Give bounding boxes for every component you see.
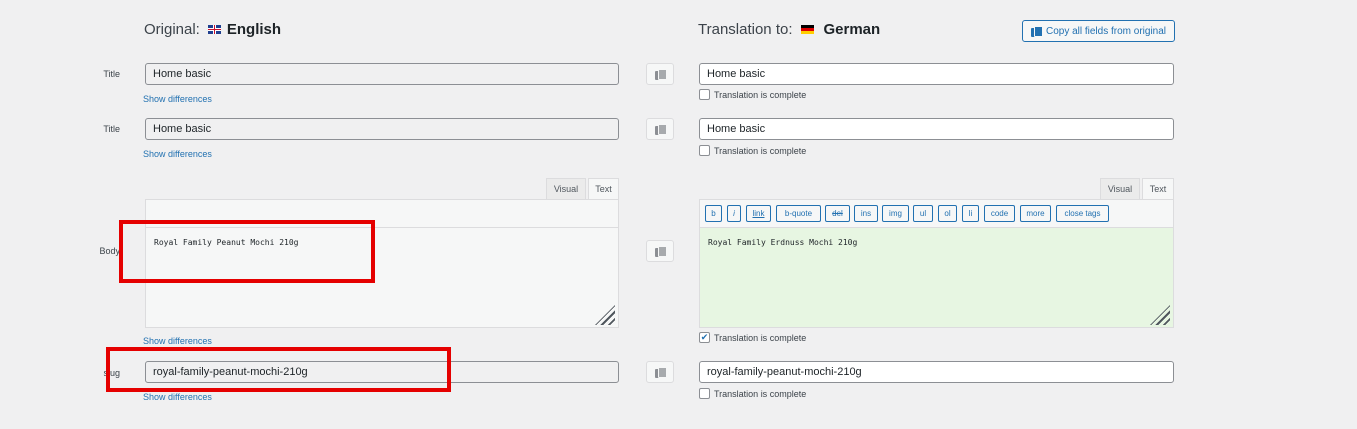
original-title-field: Home basic: [145, 63, 619, 85]
quicktag-bquote-button[interactable]: b-quote: [776, 205, 821, 222]
quicktag-li-button[interactable]: li: [962, 205, 979, 222]
tab-visual[interactable]: Visual: [1100, 178, 1140, 200]
row-label-title: Title: [103, 124, 120, 134]
copy-field-button[interactable]: [646, 240, 674, 262]
translation-complete-checkbox[interactable]: ✔ Translation is complete: [699, 332, 806, 343]
tab-text[interactable]: Text: [588, 178, 619, 200]
translation-complete-label: Translation is complete: [714, 145, 807, 156]
show-differences-link[interactable]: Show differences: [143, 336, 212, 346]
copy-icon: [1030, 25, 1043, 37]
quicktag-link-button[interactable]: link: [746, 205, 771, 222]
quicktag-ins-button[interactable]: ins: [854, 205, 878, 222]
show-differences-link[interactable]: Show differences: [143, 94, 212, 104]
checkbox[interactable]: [699, 388, 710, 399]
translation-complete-label: Translation is complete: [714, 89, 807, 100]
quicktag-ul-button[interactable]: ul: [913, 205, 933, 222]
uk-flag-icon: [207, 25, 221, 34]
quicktag-close-tags-button[interactable]: close tags: [1056, 205, 1109, 222]
row-label-title: Title: [103, 69, 120, 79]
quicktag-code-button[interactable]: code: [984, 205, 1015, 222]
copy-all-fields-button[interactable]: Copy all fields from original: [1022, 20, 1175, 42]
translation-language: German: [823, 21, 881, 38]
translation-title-field[interactable]: Home basic: [699, 63, 1174, 85]
checkbox[interactable]: [699, 145, 710, 156]
original-label: Original:: [144, 21, 200, 38]
translation-label: Translation to:: [698, 21, 793, 38]
checkbox[interactable]: [699, 89, 710, 100]
translation-complete-label: Translation is complete: [714, 388, 807, 399]
copy-field-button[interactable]: [646, 118, 674, 140]
original-header: Original: English: [144, 21, 281, 38]
translation-complete-checkbox[interactable]: Translation is complete: [699, 89, 806, 100]
copy-icon: [655, 123, 667, 135]
translation-title-field[interactable]: Home basic: [699, 118, 1174, 140]
show-differences-link[interactable]: Show differences: [143, 392, 212, 402]
copy-all-label: Copy all fields from original: [1045, 25, 1167, 37]
quicktag-i-button[interactable]: i: [727, 205, 741, 222]
copy-field-button[interactable]: [646, 361, 674, 383]
tab-text[interactable]: Text: [1142, 178, 1174, 200]
translation-complete-checkbox[interactable]: Translation is complete: [699, 145, 806, 156]
translation-header: Translation to: German: [698, 21, 880, 38]
translation-body-text[interactable]: Royal Family Erdnuss Mochi 210g: [700, 228, 1173, 327]
highlight-box-body: [119, 220, 375, 283]
show-differences-link[interactable]: Show differences: [143, 149, 212, 159]
tab-visual[interactable]: Visual: [546, 178, 586, 200]
original-title-field: Home basic: [145, 118, 619, 140]
quicktag-b-button[interactable]: b: [705, 205, 722, 222]
translation-complete-checkbox[interactable]: Translation is complete: [699, 388, 806, 399]
quicktag-more-button[interactable]: more: [1020, 205, 1051, 222]
translation-complete-label: Translation is complete: [714, 332, 807, 343]
quicktag-ol-button[interactable]: ol: [938, 205, 957, 222]
quicktags-toolbar: b i link b-quote del ins img ul ol li co…: [700, 200, 1173, 228]
quicktag-del-button[interactable]: del: [825, 205, 850, 222]
translation-body-editor[interactable]: b i link b-quote del ins img ul ol li co…: [699, 199, 1174, 328]
copy-field-button[interactable]: [646, 63, 674, 85]
original-language: English: [226, 21, 282, 38]
translation-slug-field[interactable]: royal-family-peanut-mochi-210g: [699, 361, 1174, 383]
german-flag-icon: [800, 25, 814, 34]
quicktag-img-button[interactable]: img: [882, 205, 909, 222]
copy-icon: [655, 68, 667, 80]
copy-icon: [655, 366, 667, 378]
copy-icon: [655, 245, 667, 257]
highlight-box-slug: [106, 347, 451, 392]
checkbox-checked[interactable]: ✔: [699, 332, 710, 343]
row-label-body: Body: [99, 246, 120, 256]
